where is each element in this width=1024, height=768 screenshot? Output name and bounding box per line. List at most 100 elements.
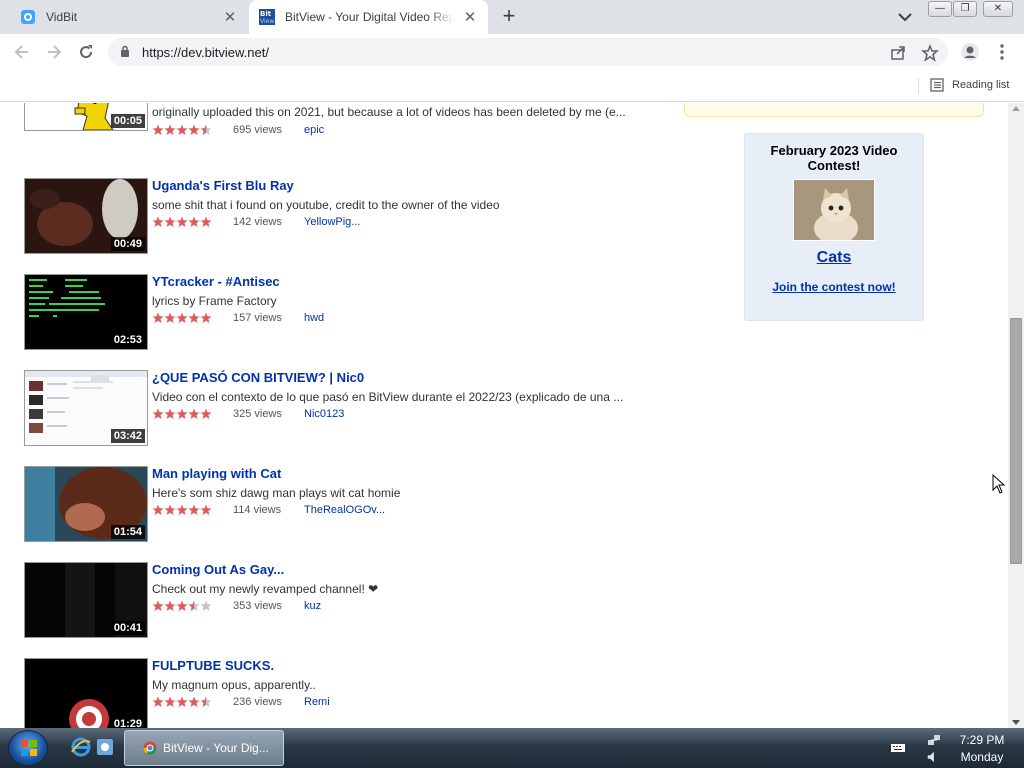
join-contest-link[interactable]: Join the contest now!	[745, 280, 923, 294]
star-icon	[164, 408, 176, 419]
author-link[interactable]: Remi	[304, 696, 330, 708]
video-duration: 01:54	[110, 525, 145, 539]
star-icon	[176, 216, 188, 227]
video-meta: 114 views TheRealOGOv...	[152, 504, 552, 518]
bookmarks-bar: Reading list	[0, 70, 1024, 102]
rating-stars	[152, 696, 212, 708]
star-icon	[188, 312, 200, 323]
video-thumbnail[interactable]: 02:53	[24, 274, 148, 350]
lock-icon[interactable]	[120, 45, 130, 58]
star-icon	[200, 124, 212, 135]
view-count: 695 views	[233, 124, 282, 136]
star-icon	[188, 696, 200, 707]
view-count: 114 views	[233, 504, 282, 516]
star-icon	[188, 408, 200, 419]
contest-box: February 2023 Video Contest! Cats Join t…	[744, 133, 924, 321]
star-icon	[200, 600, 212, 611]
star-icon	[188, 124, 200, 135]
star-icon	[152, 124, 164, 135]
star-icon	[164, 600, 176, 611]
page-scrollbar[interactable]	[1008, 103, 1024, 728]
divider	[918, 78, 919, 94]
tab-vidbit[interactable]: VidBit ✕	[0, 0, 248, 34]
star-icon	[176, 312, 188, 323]
scroll-down-arrow-icon[interactable]	[1012, 720, 1020, 725]
view-count: 157 views	[233, 312, 282, 324]
taskbar-task-chrome[interactable]: BitView - Your Dig...	[124, 730, 284, 766]
system-clock[interactable]: 7:29 PM Monday	[950, 732, 1014, 766]
speaker-icon[interactable]	[926, 750, 940, 764]
kebab-menu-icon[interactable]	[992, 42, 1012, 62]
video-title-link[interactable]: Coming Out As Gay...	[152, 562, 284, 577]
video-thumbnail[interactable]: 00:05	[24, 103, 148, 131]
contest-title: February 2023 Video Contest!	[770, 143, 898, 173]
close-tab-icon[interactable]: ✕	[460, 7, 480, 27]
contest-theme-link[interactable]: Cats	[745, 249, 923, 267]
video-title-link[interactable]: ¿QUE PASÓ CON BITVIEW? | Nic0	[152, 370, 364, 385]
url-text[interactable]: https://dev.bitview.net/	[142, 45, 269, 60]
forward-button[interactable]	[42, 40, 66, 64]
video-meta: 353 views kuz	[152, 600, 552, 614]
author-link[interactable]: YellowPig...	[304, 216, 360, 228]
video-row: 00:49 Uganda's First Blu Ray some shit t…	[24, 178, 664, 258]
video-description: My magnum opus, apparently..	[152, 678, 316, 692]
back-button[interactable]	[10, 40, 34, 64]
arrow-right-icon	[48, 45, 62, 59]
reading-list-button[interactable]: Reading list	[930, 78, 1009, 92]
video-meta: 157 views hwd	[152, 312, 552, 326]
network-icon[interactable]	[926, 732, 942, 748]
star-icon	[152, 504, 164, 515]
star-icon	[188, 600, 200, 611]
video-title-link[interactable]: YTcracker - #Antisec	[152, 274, 280, 289]
author-link[interactable]: kuz	[304, 600, 321, 612]
author-link[interactable]: hwd	[304, 312, 324, 324]
tab-search-chevron-icon[interactable]	[896, 10, 914, 24]
start-button[interactable]	[8, 730, 48, 766]
star-icon	[164, 504, 176, 515]
contest-image[interactable]	[793, 179, 875, 241]
video-thumbnail[interactable]: 01:54	[24, 466, 148, 542]
minimize-button[interactable]: —	[928, 1, 952, 17]
star-icon	[152, 312, 164, 323]
maximize-button[interactable]: ❐	[953, 1, 977, 17]
video-thumbnail[interactable]: 01:29	[24, 658, 148, 728]
view-count: 236 views	[233, 696, 282, 708]
taskbar-task-label: BitView - Your Dig...	[163, 741, 269, 755]
rating-stars	[152, 600, 212, 612]
video-duration: 03:42	[110, 429, 145, 443]
video-thumbnail[interactable]: 03:42	[24, 370, 148, 446]
new-tab-button[interactable]: +	[498, 5, 520, 28]
internet-explorer-icon[interactable]	[70, 736, 92, 758]
video-row: 02:53 YTcracker - #Antisec lyrics by Fra…	[24, 274, 664, 354]
author-link[interactable]: TheRealOGOv...	[304, 504, 385, 516]
scrollbar-thumb[interactable]	[1010, 318, 1022, 564]
close-tab-icon[interactable]: ✕	[220, 7, 240, 27]
scroll-up-arrow-icon[interactable]	[1012, 106, 1020, 111]
address-bar[interactable]: https://dev.bitview.net/	[108, 38, 948, 66]
svg-text:View: View	[260, 18, 274, 25]
video-thumbnail[interactable]: 00:41	[24, 562, 148, 638]
clock-time: 7:29 PM	[959, 733, 1005, 747]
video-title-link[interactable]: Uganda's First Blu Ray	[152, 178, 294, 193]
keyboard-icon[interactable]	[890, 740, 906, 756]
kitten-image	[794, 180, 874, 240]
author-link[interactable]: epic	[304, 124, 324, 136]
reload-button[interactable]	[74, 40, 98, 64]
control-panel-icon[interactable]	[94, 736, 116, 758]
star-icon	[200, 216, 212, 227]
avatar-icon[interactable]	[960, 42, 980, 62]
video-thumbnail[interactable]: 00:49	[24, 178, 148, 254]
author-link[interactable]: Nic0123	[304, 408, 344, 420]
video-meta: 142 views YellowPig...	[152, 216, 552, 230]
tab-bitview[interactable]: Bit View BitView - Your Digital Video Re…	[249, 0, 488, 34]
taskbar: BitView - Your Dig... 7:29 PM Monday	[0, 728, 1024, 768]
star-outline-icon[interactable]	[921, 44, 939, 62]
rating-stars	[152, 504, 212, 516]
view-count: 325 views	[233, 408, 282, 420]
video-title-link[interactable]: Man playing with Cat	[152, 466, 281, 481]
star-icon	[176, 408, 188, 419]
notice-box	[684, 103, 984, 117]
close-window-button[interactable]: ✕	[983, 1, 1013, 17]
share-icon[interactable]	[889, 44, 907, 62]
video-title-link[interactable]: FULPTUBE SUCKS.	[152, 658, 274, 673]
